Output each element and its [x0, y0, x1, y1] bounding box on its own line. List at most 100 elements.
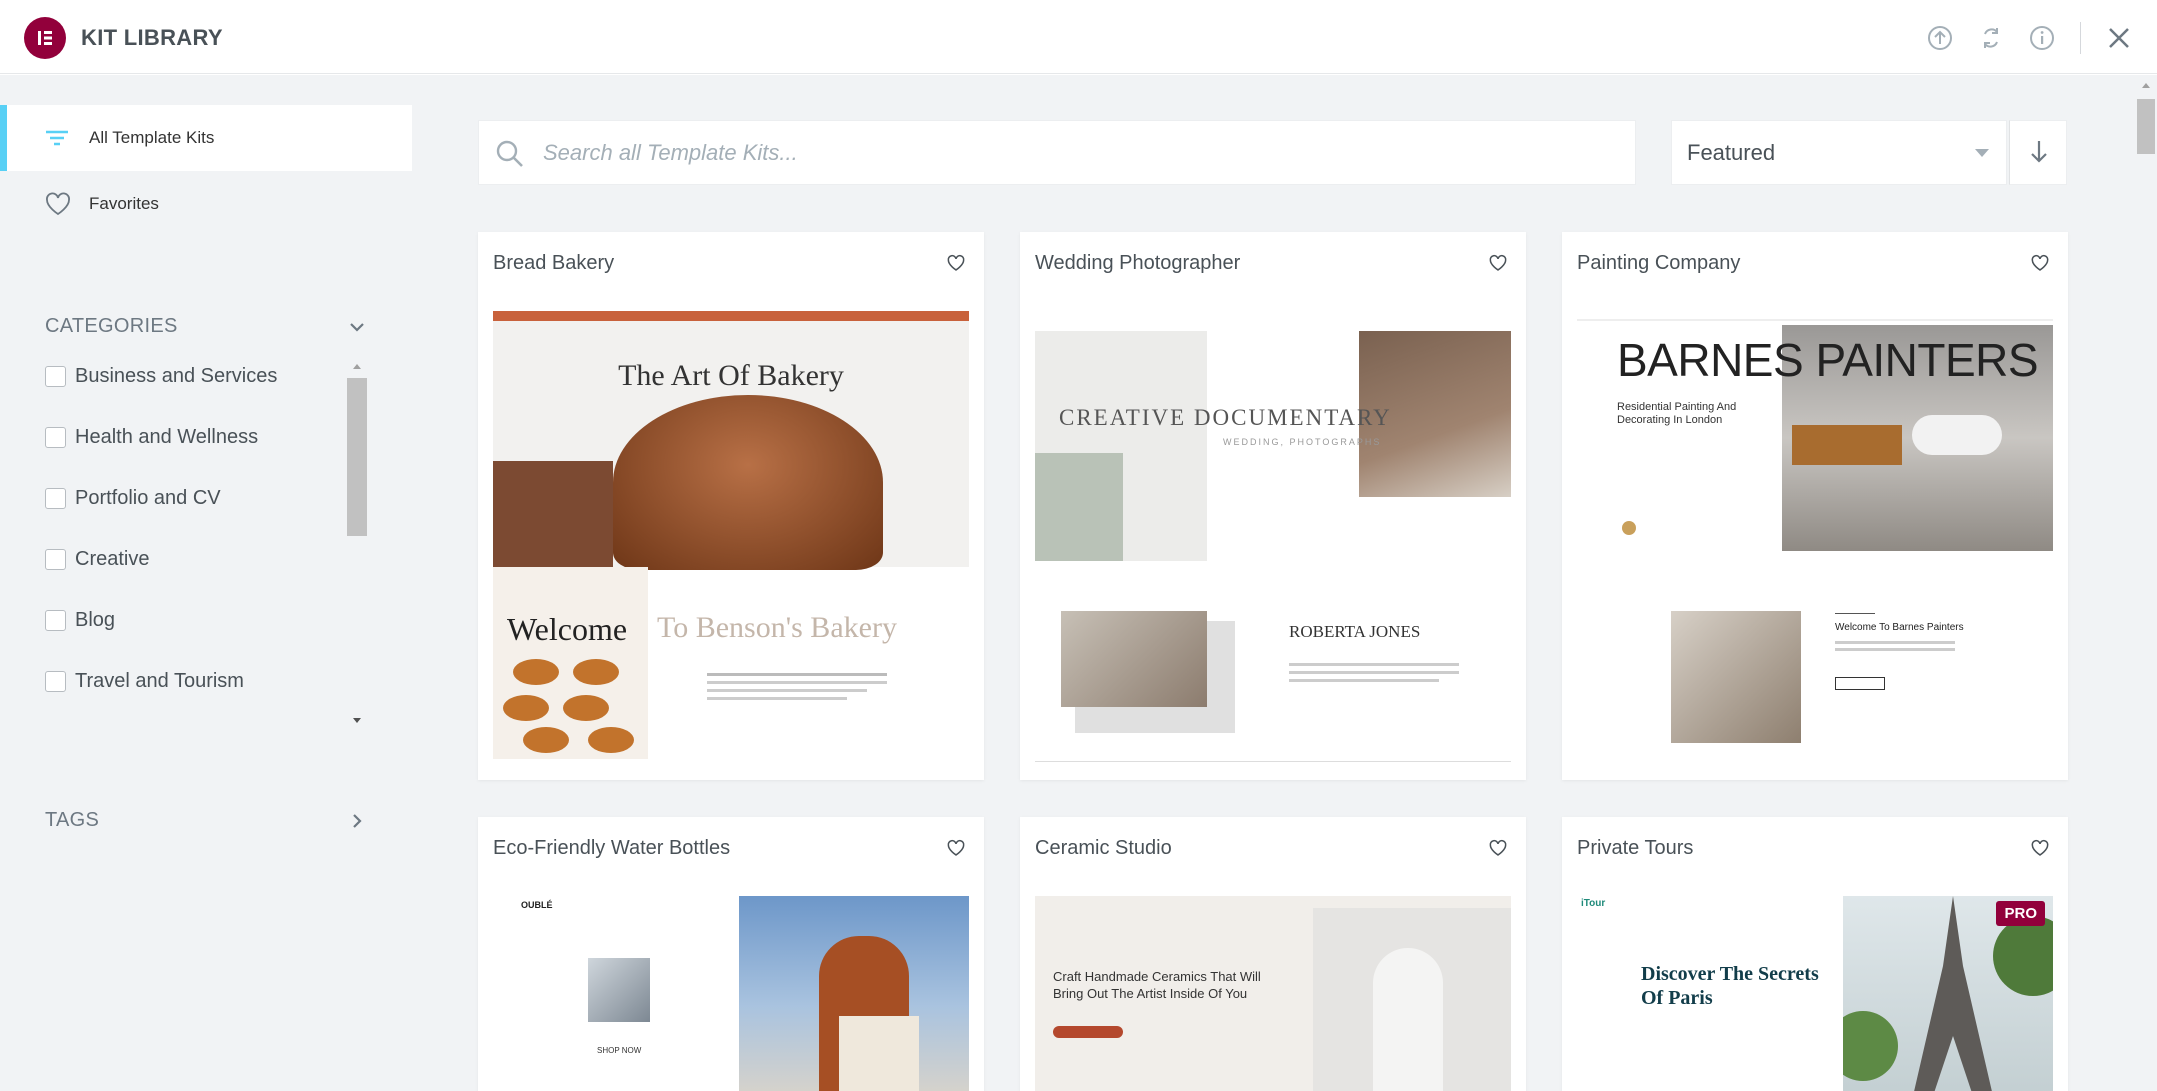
- kit-card-eco-friendly-water-bottles[interactable]: Eco-Friendly Water Bottles OUBLÉ SHOP NO…: [478, 817, 984, 1091]
- info-icon[interactable]: [2028, 24, 2056, 52]
- sort-selected-value: Featured: [1687, 140, 1776, 165]
- upload-icon[interactable]: [1926, 24, 1954, 52]
- elementor-logo-icon: [24, 17, 66, 59]
- categories-heading: CATEGORIES: [45, 315, 178, 337]
- category-health-and-wellness[interactable]: Health and Wellness: [45, 422, 258, 452]
- top-bar: KIT LIBRARY: [0, 0, 2157, 74]
- toolbar-divider: [2080, 22, 2081, 54]
- page-scrollbar-thumb[interactable]: [2137, 99, 2155, 154]
- preview-bread: [613, 395, 883, 570]
- kit-card-ceramic-studio[interactable]: Ceramic Studio Craft Handmade Ceramics T…: [1020, 817, 1526, 1091]
- arrow-down-icon: [2031, 141, 2047, 163]
- categories-scrollbar-thumb[interactable]: [347, 378, 367, 536]
- preview-hero-text: CREATIVE DOCUMENTARY: [1059, 405, 1392, 430]
- pro-badge: PRO: [1996, 901, 2045, 926]
- close-icon[interactable]: [2105, 24, 2133, 52]
- kit-preview-image[interactable]: Craft Handmade Ceramics That Will Bring …: [1035, 896, 1511, 1091]
- heart-icon: [46, 192, 70, 216]
- search-input[interactable]: [543, 121, 1623, 184]
- kit-card-bread-bakery[interactable]: Bread Bakery The Art Of Bakery Welcome T…: [478, 232, 984, 780]
- preview-hero-text: The Art Of Bakery: [618, 359, 844, 392]
- sidebar-item-all-template-kits[interactable]: All Template Kits: [0, 105, 412, 171]
- category-label: Portfolio and CV: [75, 486, 221, 509]
- category-label: Health and Wellness: [75, 425, 259, 448]
- preview-board: [493, 461, 613, 571]
- kit-card-wedding-photographer[interactable]: Wedding Photographer CREATIVE DOCUMENTAR…: [1020, 232, 1526, 780]
- preview-brand-text: iTour: [1581, 898, 1606, 909]
- favorite-heart-icon[interactable]: [2030, 839, 2050, 857]
- sidebar-item-label: Favorites: [89, 194, 159, 213]
- sidebar-item-label: All Template Kits: [89, 128, 215, 147]
- preview-cta-text: SHOP NOW: [597, 1046, 642, 1055]
- kit-preview-image[interactable]: BARNES PAINTERS Residential Painting And…: [1577, 311, 2053, 759]
- kit-title: Ceramic Studio: [1035, 837, 1172, 859]
- category-creative[interactable]: Creative: [45, 544, 149, 574]
- category-label: Business and Services: [75, 364, 278, 387]
- checkbox[interactable]: [45, 426, 66, 448]
- kit-title: Bread Bakery: [493, 252, 615, 274]
- preview-hero: The Art Of Bakery: [493, 321, 969, 571]
- favorite-heart-icon[interactable]: [1488, 254, 1508, 272]
- scroll-up-icon[interactable]: [2141, 81, 2151, 89]
- search-icon: [496, 140, 523, 167]
- scroll-down-icon[interactable]: [352, 717, 362, 725]
- sync-icon[interactable]: [1977, 24, 2005, 52]
- preview-thumb: [588, 958, 650, 1022]
- favorite-heart-icon[interactable]: [2030, 254, 2050, 272]
- preview-hero-text: Craft Handmade Ceramics That Will Bring …: [1053, 969, 1261, 1001]
- category-label: Creative: [75, 547, 150, 570]
- preview-button: [1053, 1026, 1123, 1038]
- page-scrollbar[interactable]: [2135, 75, 2157, 1091]
- caret-down-icon[interactable]: [1974, 147, 1990, 159]
- sidebar-item-favorites[interactable]: Favorites: [0, 171, 412, 237]
- checkbox[interactable]: [45, 365, 66, 387]
- favorite-heart-icon[interactable]: [946, 839, 966, 857]
- kit-card-private-tours[interactable]: Private Tours iTour Discover The Secrets…: [1562, 817, 2068, 1091]
- preview-welcome-text: Welcome: [507, 611, 628, 647]
- kit-preview-image[interactable]: iTour Discover The Secrets Of Paris PRO: [1577, 896, 2053, 1091]
- scroll-up-icon[interactable]: [352, 362, 362, 370]
- preview-welcome-text: Welcome To Barnes Painters: [1835, 622, 1964, 633]
- preview-photo-couple: [1035, 453, 1123, 561]
- preview-photo-camera: [1061, 611, 1207, 707]
- checkbox[interactable]: [45, 670, 66, 692]
- preview-name-text: ROBERTA JONES: [1289, 622, 1421, 641]
- sort-direction-button[interactable]: [2009, 120, 2067, 185]
- preview-navbar: [493, 311, 969, 321]
- kit-preview-image[interactable]: The Art Of Bakery Welcome To Benson's Ba…: [493, 311, 969, 759]
- preview-vase-photo: [1313, 908, 1511, 1091]
- checkbox[interactable]: [45, 609, 66, 631]
- preview-photo-painters: [1671, 611, 1801, 743]
- kit-title: Eco-Friendly Water Bottles: [493, 837, 731, 859]
- categories-list: Business and Services Health and Wellnes…: [0, 358, 370, 732]
- favorite-heart-icon[interactable]: [946, 254, 966, 272]
- preview-croissants: [493, 567, 648, 759]
- kit-title: Private Tours: [1577, 837, 1694, 859]
- category-label: Travel and Tourism: [75, 669, 244, 692]
- filter-icon: [46, 130, 68, 146]
- checkbox[interactable]: [45, 487, 66, 509]
- kit-title: Painting Company: [1577, 252, 1741, 274]
- category-label: Blog: [75, 608, 116, 631]
- preview-photo-woman: [739, 896, 969, 1091]
- kit-card-painting-company[interactable]: Painting Company BARNES PAINTERS Residen…: [1562, 232, 2068, 780]
- tags-heading[interactable]: TAGS: [45, 809, 99, 832]
- category-travel-and-tourism[interactable]: Travel and Tourism: [45, 666, 244, 696]
- category-blog[interactable]: Blog: [45, 605, 115, 635]
- chevron-down-icon[interactable]: [348, 318, 366, 336]
- preview-subtitle-text: To Benson's Bakery: [657, 611, 897, 644]
- chevron-right-icon[interactable]: [348, 812, 366, 830]
- category-business-and-services[interactable]: Business and Services: [45, 361, 277, 391]
- sort-select[interactable]: Featured: [1671, 120, 2007, 185]
- preview-brand-text: OUBLÉ: [521, 900, 553, 910]
- preview-hero-text: Discover The Secrets Of Paris: [1641, 963, 1819, 1009]
- preview-tagline: WEDDING, PHOTOGRAPHS: [1223, 437, 1382, 447]
- kit-preview-image[interactable]: CREATIVE DOCUMENTARY WEDDING, PHOTOGRAPH…: [1035, 311, 1511, 763]
- kit-title: Wedding Photographer: [1035, 252, 1241, 274]
- favorite-heart-icon[interactable]: [1488, 839, 1508, 857]
- search-bar[interactable]: [478, 120, 1636, 185]
- checkbox[interactable]: [45, 548, 66, 570]
- kit-preview-image[interactable]: OUBLÉ SHOP NOW: [493, 896, 969, 1091]
- category-portfolio-and-cv[interactable]: Portfolio and CV: [45, 483, 221, 513]
- active-indicator: [0, 105, 7, 171]
